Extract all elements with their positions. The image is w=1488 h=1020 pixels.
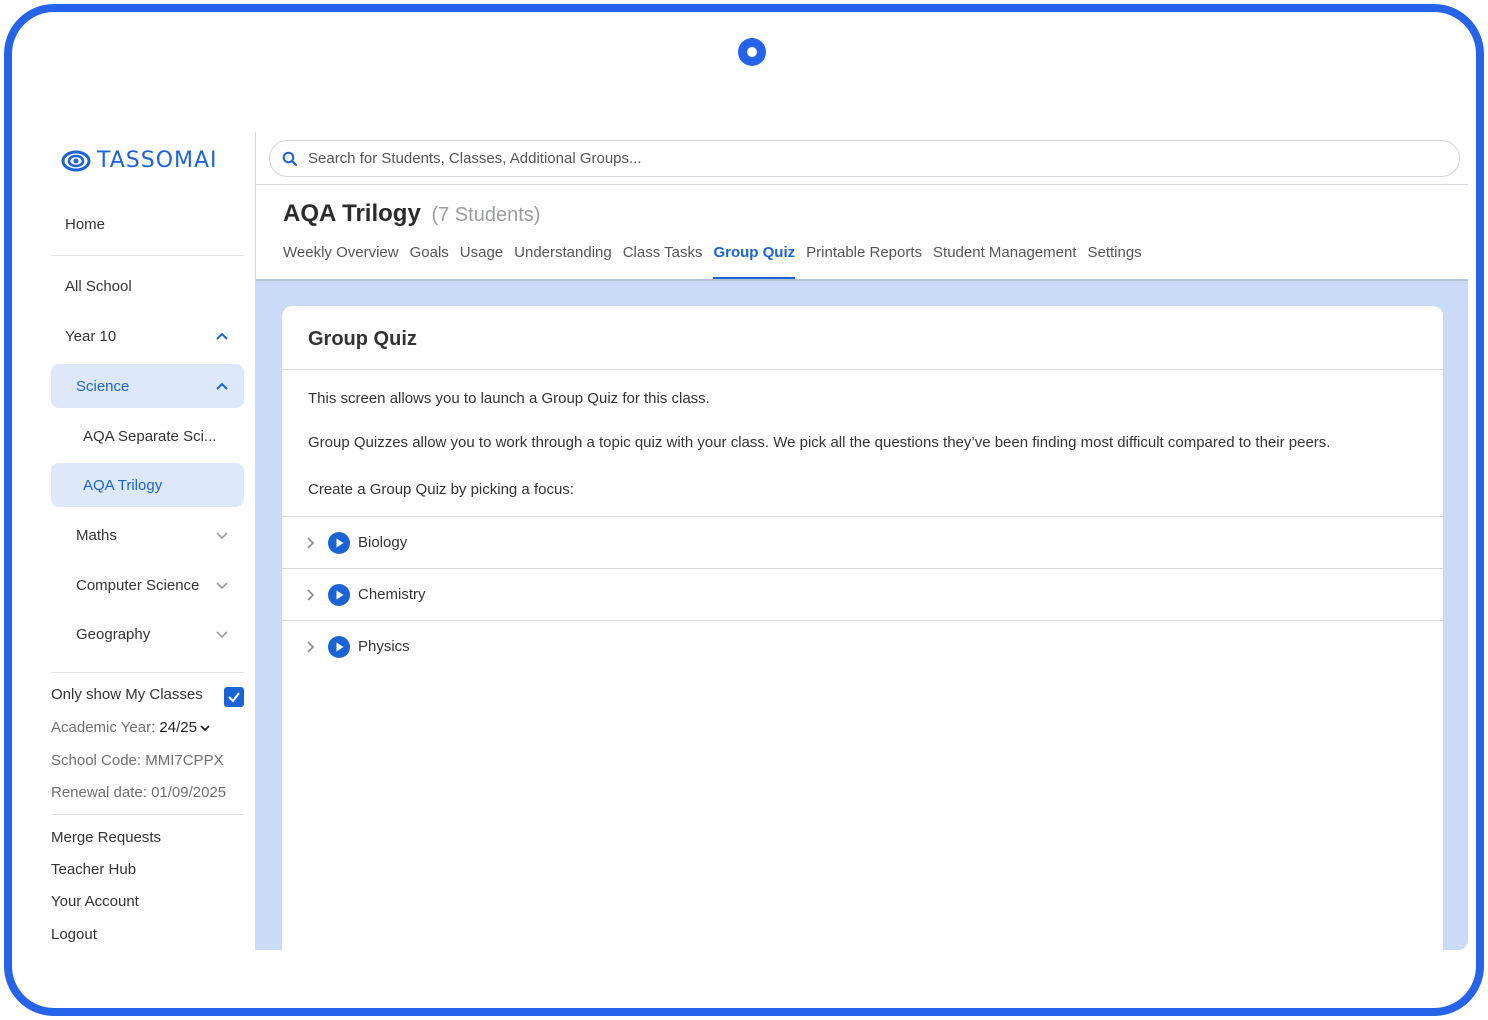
chevron-down-icon[interactable] [215,528,229,542]
search-input[interactable] [308,150,1208,167]
checkmark-icon [228,692,240,703]
play-icon[interactable] [328,635,350,658]
link-your-account[interactable]: Your Account [51,893,139,910]
device-frame: TASSOMAI Home All School Year 10 Science… [4,4,1484,1016]
topic-label: Physics [358,638,410,655]
nav-aqa-trilogy[interactable]: AQA Trilogy [51,463,244,507]
topic-label: Biology [358,534,408,551]
nav-label: AQA Separate Sci... [83,427,217,445]
camera-icon [738,38,766,66]
logo-eye-icon [61,150,91,171]
tab-bar: Weekly Overview Goals Usage Understandin… [283,244,1142,280]
tab-weekly-overview[interactable]: Weekly Overview [283,244,399,280]
nav-label: AQA Trilogy [83,476,163,494]
card-title: Group Quiz [308,328,417,350]
nav-year-10[interactable]: Year 10 [51,314,244,358]
topic-label: Chemistry [358,586,426,603]
nav-aqa-separate-science[interactable]: AQA Separate Sci... [51,414,244,458]
tab-printable-reports[interactable]: Printable Reports [806,244,922,280]
nav-label: Maths [76,526,117,544]
nav-computer-science[interactable]: Computer Science [51,563,244,607]
intro-text: This screen allows you to launch a Group… [308,390,710,407]
tab-group-quiz[interactable]: Group Quiz [713,244,795,280]
search-bar[interactable] [269,140,1460,177]
search-icon [282,151,298,166]
only-my-classes-checkbox[interactable] [224,687,244,707]
nav-science[interactable]: Science [51,364,244,408]
chevron-right-icon[interactable] [303,640,317,654]
description-text: Group Quizzes allow you to work through … [308,434,1331,451]
group-quiz-card: Group Quiz This screen allows you to lau… [282,306,1443,966]
class-name: AQA Trilogy [283,200,421,227]
nav-geography[interactable]: Geography [51,612,244,656]
prompt-text: Create a Group Quiz by picking a focus: [308,481,574,498]
chevron-right-icon[interactable] [303,588,317,602]
divider [282,369,1443,370]
link-teacher-hub[interactable]: Teacher Hub [51,861,136,878]
chevron-up-icon[interactable] [215,379,229,393]
divider [51,672,244,673]
chevron-right-icon[interactable] [303,536,317,550]
tab-student-management[interactable]: Student Management [933,244,1076,280]
tab-understanding[interactable]: Understanding [514,244,612,280]
tab-class-tasks[interactable]: Class Tasks [623,244,703,280]
tab-settings[interactable]: Settings [1087,244,1141,280]
topic-row-biology[interactable]: Biology [282,517,1443,568]
chevron-down-icon[interactable] [215,578,229,592]
topic-row-chemistry[interactable]: Chemistry [282,569,1443,620]
nav-label: Computer Science [76,576,200,594]
tassomai-logo[interactable]: TASSOMAI [61,148,218,173]
divider [51,814,244,815]
page-title: AQA Trilogy (7 Students) [283,200,540,228]
nav-home[interactable]: Home [65,216,105,233]
only-my-classes-label: Only show My Classes [51,686,203,703]
renewal-date: Renewal date: 01/09/2025 [51,784,227,801]
academic-year-value: 24/25 [159,719,197,736]
nav-label: Science [76,377,130,395]
student-count: (7 Students) [431,204,541,226]
nav-maths[interactable]: Maths [51,513,244,557]
academic-year-row: Academic Year: 24/25 [51,719,210,736]
main-area: AQA Trilogy (7 Students) Weekly Overview… [256,132,1468,966]
academic-year-select[interactable]: 24/25 [159,719,210,736]
chevron-up-icon[interactable] [215,329,229,343]
nav-label: Year 10 [65,327,117,345]
tab-usage[interactable]: Usage [460,244,503,280]
topic-row-physics[interactable]: Physics [282,621,1443,672]
sidebar: TASSOMAI Home All School Year 10 Science… [48,132,256,950]
play-icon[interactable] [328,583,350,606]
chevron-down-icon[interactable] [215,627,229,641]
header-divider [256,184,1468,185]
link-logout[interactable]: Logout [51,926,97,943]
logo-text: TASSOMAI [97,148,218,173]
nav-all-school[interactable]: All School [65,278,132,295]
divider [51,255,244,256]
play-icon[interactable] [328,531,350,554]
academic-year-label: Academic Year: [51,719,156,736]
school-code: School Code: MMI7CPPX [51,752,224,769]
nav-label: Geography [76,625,151,643]
link-merge-requests[interactable]: Merge Requests [51,829,161,846]
tab-goals[interactable]: Goals [410,244,449,280]
chevron-down-icon [200,724,210,731]
